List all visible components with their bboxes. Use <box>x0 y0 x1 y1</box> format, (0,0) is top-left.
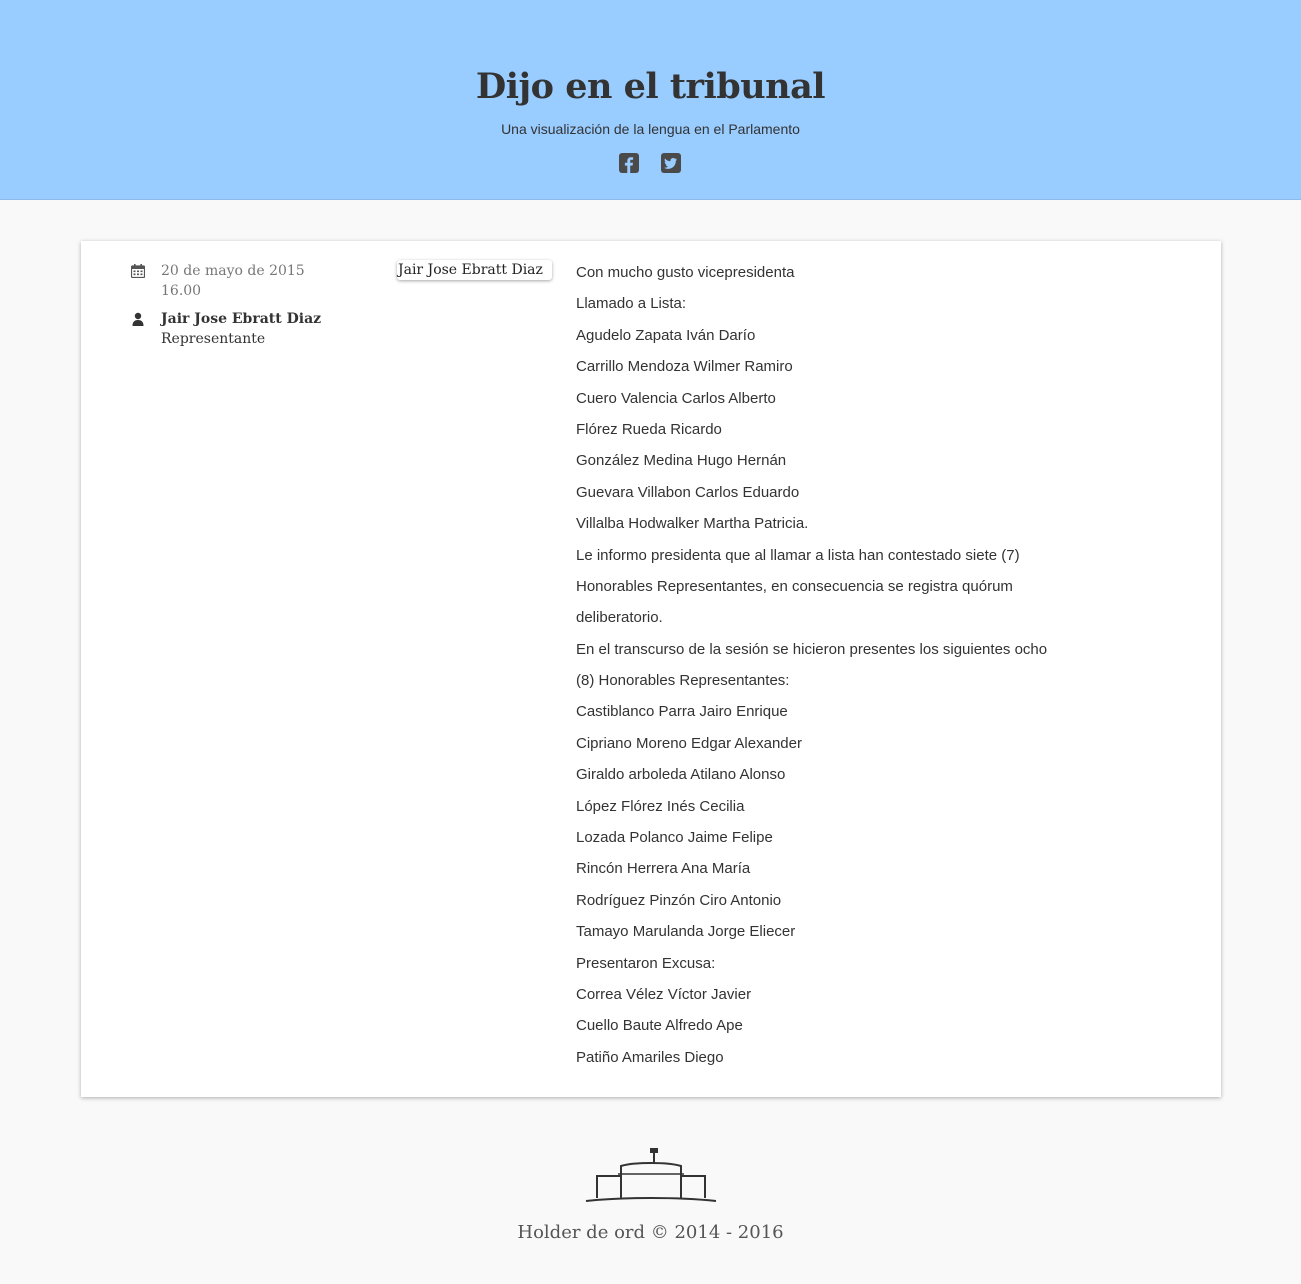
entry-time: 16.00 <box>161 283 202 299</box>
social-links <box>619 153 681 173</box>
calendar-icon <box>131 264 145 278</box>
entry-date: 20 de mayo de 2015 <box>161 263 305 279</box>
speech-line: Flórez Rueda Ricardo <box>576 420 722 438</box>
date-row: 20 de mayo de 2015 16.00 <box>131 261 305 301</box>
speech-line: Con mucho gusto vicepresidenta <box>576 264 795 281</box>
speech-line: En el transcurso de la sesión se hiciero… <box>576 640 1048 658</box>
speech-line: González Medina Hugo Hernán <box>576 452 787 470</box>
speaker-name: Jair Jose Ebratt Diaz <box>161 311 322 327</box>
speaker-role: Representante <box>161 331 266 347</box>
speech-line: Guevara Villabon Carlos Eduardo <box>576 483 800 501</box>
speech-line: Presentaron Excusa: <box>576 954 716 972</box>
site-header: Dijo en el tribunal Una visualización de… <box>0 0 1301 200</box>
speech-line: Patiño Amariles Diego <box>576 1048 724 1066</box>
speaker-tag[interactable]: Jair Jose Ebratt Diaz <box>397 260 552 280</box>
entry-datetime: 20 de mayo de 2015 16.00 <box>161 261 305 301</box>
speech-line: Carrillo Mendoza Wilmer Ramiro <box>576 358 793 376</box>
site-title: Dijo en el tribunal <box>475 66 826 107</box>
speaker-info: Jair Jose Ebratt Diaz Representante <box>161 309 321 349</box>
speech-line: Cipriano Moreno Edgar Alexander <box>576 734 802 752</box>
speech-line: Tamayo Marulanda Jorge Eliecer <box>576 923 796 941</box>
speech-line: Rincón Herrera Ana María <box>576 860 751 878</box>
speech-line: Honorables Representantes, en consecuenc… <box>576 577 1013 595</box>
site-subtitle: Una visualización de la lengua en el Par… <box>501 121 800 137</box>
speaker-row: Jair Jose Ebratt Diaz Representante <box>131 309 321 349</box>
facebook-square-icon[interactable] <box>619 153 639 173</box>
footer-copyright: Holder de ord © 2014 - 2016 <box>517 1222 784 1243</box>
speech-card: 20 de mayo de 2015 16.00 Jair Jose Ebrat… <box>81 241 1221 1097</box>
speech-line: Villalba Hodwalker Martha Patricia. <box>576 515 809 533</box>
speech-line: Rodríguez Pinzón Ciro Antonio <box>576 891 782 909</box>
speech-line: Cuero Valencia Carlos Alberto <box>576 389 776 407</box>
twitter-square-icon[interactable] <box>661 153 681 173</box>
speech-line: Cuello Baute Alfredo Ape <box>576 1017 743 1035</box>
speech-line: Giraldo arboleda Atilano Alonso <box>576 766 786 784</box>
speech-line: Le informo presidenta que al llamar a li… <box>576 546 1020 564</box>
user-icon <box>132 312 144 326</box>
speech-line: López Flórez Inés Cecilia <box>576 797 745 815</box>
parliament-building-icon <box>585 1148 717 1202</box>
speech-line: Correa Vélez Víctor Javier <box>576 985 752 1003</box>
speech-line: Lozada Polanco Jaime Felipe <box>576 829 773 847</box>
speech-text: Con mucho gusto vicepresidenta Llamado a … <box>576 261 1136 1077</box>
speech-line: Agudelo Zapata Iván Darío <box>576 326 756 344</box>
speech-line: deliberatorio. <box>576 609 663 627</box>
speech-line: Castiblanco Parra Jairo Enrique <box>576 703 788 721</box>
speech-line: (8) Honorables Representantes: <box>576 672 790 690</box>
speech-line: Llamado a Lista: <box>576 295 687 313</box>
